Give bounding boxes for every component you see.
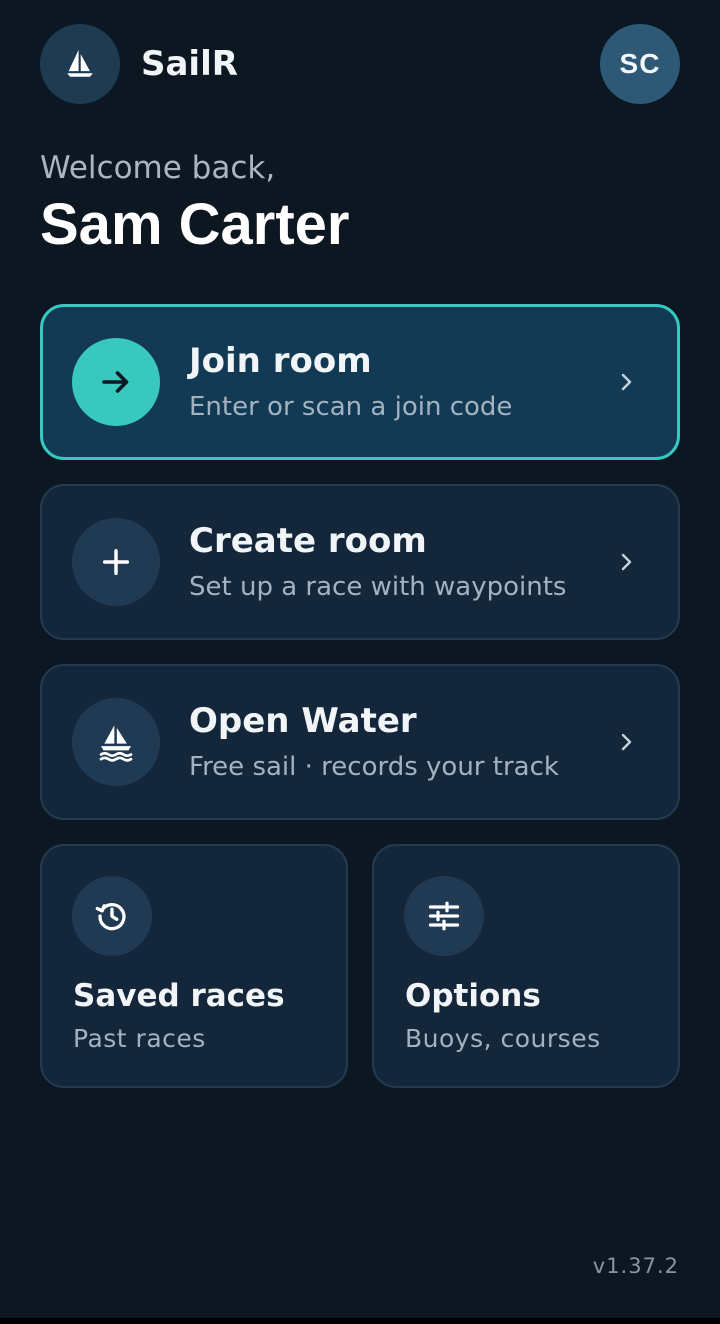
options-button[interactable]: Options Buoys, courses <box>372 844 680 1088</box>
app-title: SailR <box>141 44 238 84</box>
join-room-icon-badge <box>72 338 160 426</box>
sailboat-waves-icon <box>99 725 133 762</box>
chevron-right-icon <box>612 368 640 396</box>
join-room-subtitle: Enter or scan a join code <box>189 392 513 422</box>
chevron-right-icon <box>612 548 640 576</box>
version-label: v1.37.2 <box>592 1254 679 1278</box>
sliders-icon <box>428 901 460 931</box>
saved-races-title: Saved races <box>73 978 285 1014</box>
history-icon <box>95 903 126 931</box>
welcome-text: Welcome back, <box>40 150 276 186</box>
arrow-right-icon <box>102 371 129 393</box>
open-water-subtitle: Free sail · records your track <box>189 752 559 782</box>
open-water-icon-badge <box>72 698 160 786</box>
create-room-icon-badge <box>72 518 160 606</box>
app-logo <box>40 24 120 104</box>
options-title: Options <box>405 978 541 1014</box>
open-water-button[interactable]: Open Water Free sail · records your trac… <box>40 664 680 820</box>
sailboat-icon <box>67 49 93 77</box>
create-room-subtitle: Set up a race with waypoints <box>189 572 567 602</box>
create-room-button[interactable]: Create room Set up a race with waypoints <box>40 484 680 640</box>
join-room-button[interactable]: Join room Enter or scan a join code <box>40 304 680 460</box>
saved-races-icon-badge <box>72 876 152 956</box>
saved-races-button[interactable]: Saved races Past races <box>40 844 348 1088</box>
open-water-title: Open Water <box>189 701 417 741</box>
bottom-edge <box>0 1318 720 1324</box>
home-screen: SailR SC Welcome back, Sam Carter Join r… <box>0 0 720 1324</box>
join-room-title: Join room <box>189 341 372 381</box>
user-name: Sam Carter <box>40 192 350 257</box>
options-icon-badge <box>404 876 484 956</box>
create-room-title: Create room <box>189 521 427 561</box>
options-subtitle: Buoys, courses <box>405 1024 601 1053</box>
chevron-right-icon <box>612 728 640 756</box>
plus-icon <box>102 548 130 576</box>
saved-races-subtitle: Past races <box>73 1024 206 1053</box>
user-avatar-button[interactable]: SC <box>600 24 680 104</box>
